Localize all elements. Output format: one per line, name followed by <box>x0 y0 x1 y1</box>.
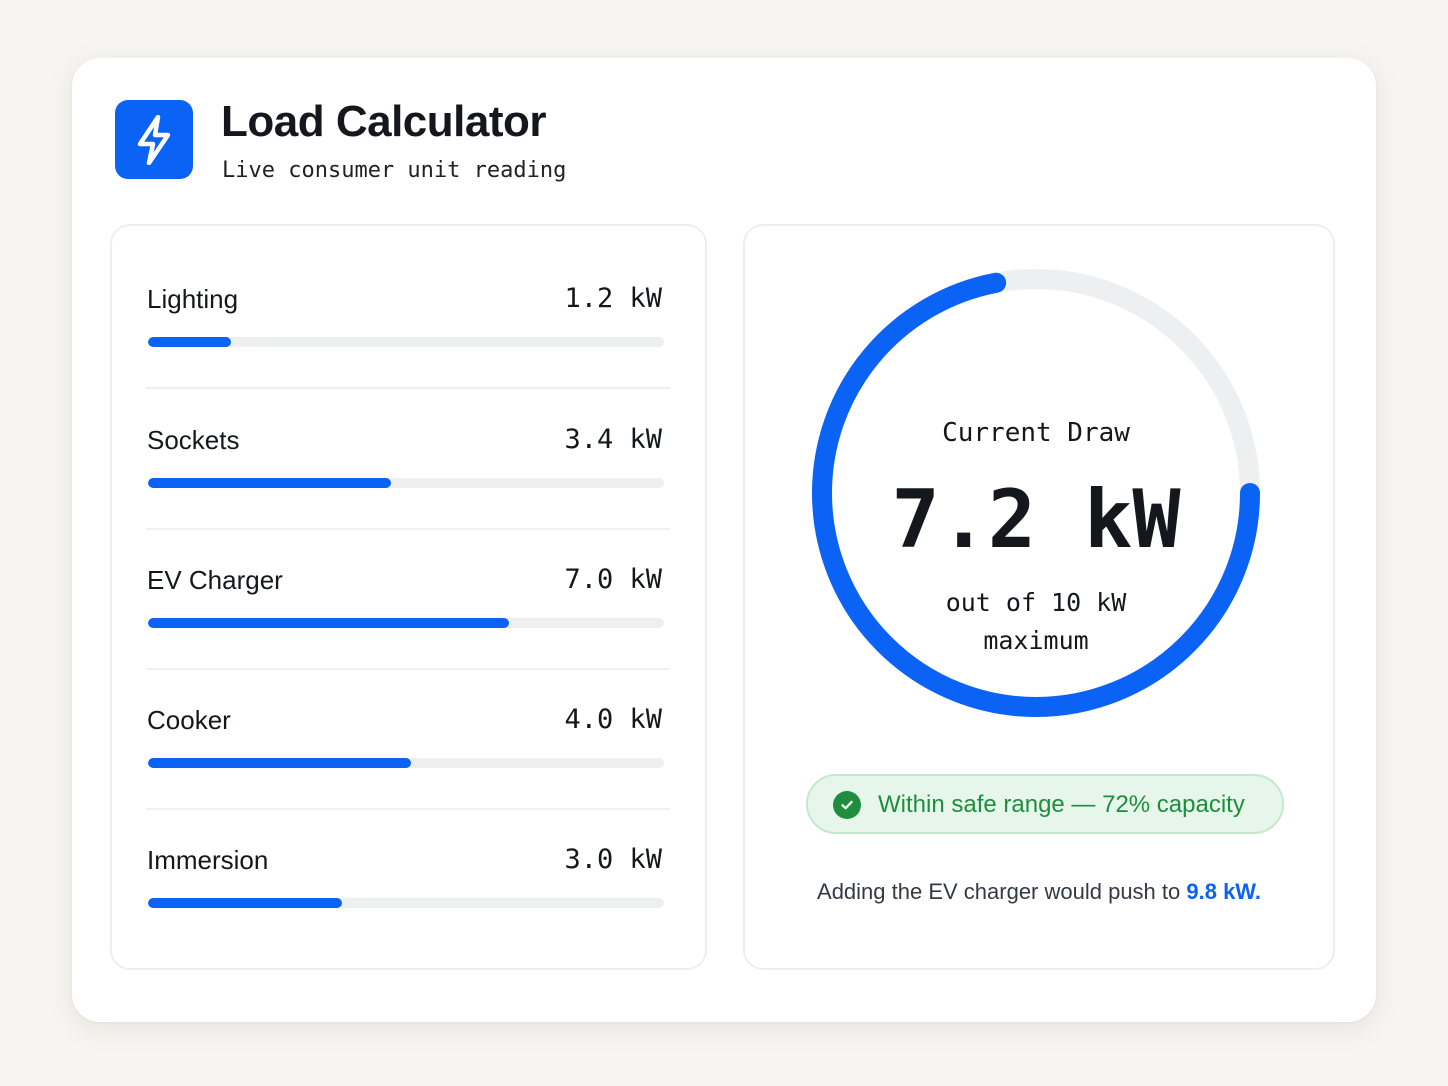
status-badge: Within safe range — 72% capacity <box>806 774 1284 834</box>
load-value: 1.2 kW <box>564 283 662 314</box>
load-bar <box>148 478 664 488</box>
load-label: Lighting <box>147 284 239 314</box>
load-bar-fill <box>148 898 342 908</box>
loads-panel: Lighting 1.2 kW Sockets 3.4 kW EV Charge… <box>110 224 707 970</box>
divider <box>146 668 670 670</box>
lightning-bolt-icon <box>115 100 193 179</box>
gauge-caption: Current Draw <box>942 418 1130 448</box>
page-title: Load Calculator <box>221 97 547 146</box>
gauge-subtext-line1: out of 10 kW <box>945 588 1127 617</box>
load-bar-fill <box>148 478 391 488</box>
summary-panel: Current Draw 7.2 kW out of 10 kW maximum… <box>743 224 1335 970</box>
projection-note: Adding the EV charger would push to 9.8 … <box>745 878 1333 906</box>
load-bar <box>148 758 664 768</box>
load-value: 3.4 kW <box>564 424 662 455</box>
page-subtitle: Live consumer unit reading <box>222 158 567 183</box>
load-calculator-card: Load Calculator Live consumer unit readi… <box>72 58 1376 1022</box>
gauge-subtext: out of 10 kW maximum <box>801 584 1271 660</box>
projection-value: 9.8 kW. <box>1186 879 1261 904</box>
load-row-lighting: Lighting 1.2 kW <box>146 284 670 424</box>
load-label: Immersion <box>147 845 269 875</box>
load-value: 3.0 kW <box>564 844 662 875</box>
load-row-cooker: Cooker 4.0 kW <box>146 705 670 845</box>
load-value: 7.0 kW <box>564 564 662 595</box>
load-value: 4.0 kW <box>564 704 662 735</box>
gauge-subtext-line2: maximum <box>983 626 1089 655</box>
load-row-sockets: Sockets 3.4 kW <box>146 425 670 565</box>
current-draw-gauge: Current Draw 7.2 kW out of 10 kW maximum <box>801 258 1271 728</box>
load-label: EV Charger <box>147 565 283 595</box>
load-bar <box>148 618 664 628</box>
gauge-value: 7.2 kW <box>891 473 1181 566</box>
load-bar-fill <box>148 758 412 768</box>
divider <box>146 528 670 530</box>
load-bar-fill <box>148 618 510 628</box>
divider <box>146 808 670 810</box>
check-circle-icon <box>833 791 861 819</box>
load-row-immersion: Immersion 3.0 kW <box>146 845 670 985</box>
load-label: Sockets <box>147 425 240 455</box>
load-label: Cooker <box>147 705 231 735</box>
load-bar <box>148 337 664 347</box>
load-row-ev-charger: EV Charger 7.0 kW <box>146 565 670 705</box>
divider <box>146 387 670 389</box>
load-bar-fill <box>148 337 231 347</box>
projection-note-text: Adding the EV charger would push to <box>817 879 1187 904</box>
status-text: Within safe range — 72% capacity <box>878 791 1245 818</box>
load-bar <box>148 898 664 908</box>
